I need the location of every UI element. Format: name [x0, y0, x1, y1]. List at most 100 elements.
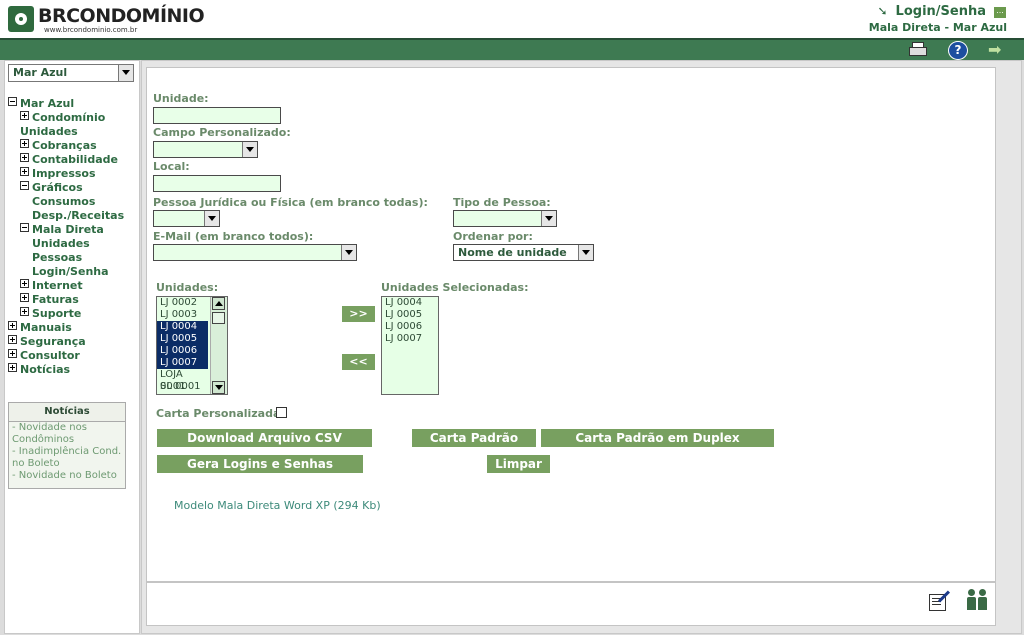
- news-box: Notícias - Novidade nos Condôminos - Ina…: [8, 402, 126, 489]
- expand-icon[interactable]: [20, 307, 29, 316]
- chevron-down-icon[interactable]: [204, 211, 219, 226]
- sidebar-item-label: Desp./Receitas: [32, 209, 125, 222]
- news-item[interactable]: Condôminos: [9, 434, 125, 446]
- list-item[interactable]: LJ 0007: [382, 333, 438, 345]
- expand-icon[interactable]: [20, 167, 29, 176]
- sidebar-item[interactable]: Gráficos: [20, 181, 83, 195]
- sidebar-item[interactable]: Notícias: [8, 363, 70, 377]
- news-item[interactable]: no Boleto: [9, 458, 125, 470]
- list-item[interactable]: SL 0001: [157, 381, 208, 393]
- scroll-thumb[interactable]: [212, 312, 225, 324]
- sidebar-item[interactable]: Cobranças: [20, 139, 97, 153]
- printer-icon[interactable]: [908, 41, 928, 58]
- expand-icon[interactable]: [8, 321, 17, 330]
- unidades-listbox[interactable]: LJ 0002 LJ 0003 LJ 0004 LJ 0005 LJ 0006 LJ 00…: [156, 296, 228, 395]
- list-item[interactable]: LJ 0004: [157, 321, 208, 333]
- help-icon[interactable]: ?: [948, 41, 968, 60]
- breadcrumb: Mala Direta - Mar Azul: [868, 21, 1007, 34]
- sidebar-item-label: Manuais: [20, 321, 72, 334]
- expand-icon[interactable]: [20, 111, 29, 120]
- scroll-up-icon[interactable]: [212, 297, 225, 310]
- scrollbar[interactable]: [210, 297, 227, 394]
- list-item[interactable]: LJ 0003: [157, 309, 208, 321]
- edit-icon[interactable]: [928, 590, 951, 611]
- unidade-input[interactable]: [153, 107, 281, 124]
- chevron-down-icon[interactable]: [118, 65, 133, 81]
- carta-duplex-button[interactable]: Carta Padrão em Duplex: [541, 429, 774, 447]
- sidebar-item-label: Suporte: [32, 307, 82, 320]
- exit-icon[interactable]: ➡: [988, 41, 1008, 58]
- sidebar-item[interactable]: Mar Azul: [8, 97, 74, 111]
- expand-icon[interactable]: [20, 279, 29, 288]
- collapse-icon[interactable]: [8, 97, 17, 106]
- carta-padrao-button[interactable]: Carta Padrão: [412, 429, 536, 447]
- sidebar-item[interactable]: Unidades: [32, 237, 90, 251]
- expand-icon[interactable]: [20, 293, 29, 302]
- sidebar-item[interactable]: Desp./Receitas: [32, 209, 124, 223]
- gera-logins-button[interactable]: Gera Logins e Senhas: [157, 455, 363, 473]
- chevron-down-icon[interactable]: [242, 142, 257, 157]
- expand-icon[interactable]: [8, 335, 17, 344]
- people-icon[interactable]: [965, 589, 989, 611]
- tipo-pessoa-select[interactable]: [453, 210, 557, 227]
- ordenar-label: Ordenar por:: [453, 230, 533, 243]
- list-item[interactable]: LJ 0006: [382, 321, 438, 333]
- sidebar-item[interactable]: Condomínio: [20, 111, 105, 125]
- list-item[interactable]: LOJA 0001: [157, 369, 208, 392]
- news-item[interactable]: - Novidade no Boleto: [9, 470, 125, 482]
- sidebar-item[interactable]: Pessoas: [32, 251, 82, 265]
- sidebar-item[interactable]: Manuais: [8, 321, 72, 335]
- chevron-down-icon[interactable]: [578, 245, 593, 260]
- chevron-down-icon[interactable]: [541, 211, 556, 226]
- condominium-select[interactable]: Mar Azul: [8, 64, 134, 82]
- scroll-down-icon[interactable]: [212, 381, 225, 394]
- list-item[interactable]: LJ 0004: [382, 297, 438, 309]
- expand-icon[interactable]: [8, 363, 17, 372]
- sidebar-item[interactable]: Login/Senha: [32, 265, 109, 279]
- download-csv-button[interactable]: Download Arquivo CSV: [157, 429, 372, 447]
- collapse-icon[interactable]: [20, 223, 29, 232]
- sidebar-item[interactable]: Mala Direta: [20, 223, 104, 237]
- news-title: Notícias: [9, 403, 125, 422]
- condominium-select-value: Mar Azul: [13, 66, 68, 79]
- unidade-label: Unidade:: [153, 92, 209, 105]
- sidebar-item[interactable]: Consumos: [32, 195, 95, 209]
- sidebar-item[interactable]: Contabilidade: [20, 153, 118, 167]
- collapse-icon[interactable]: [20, 181, 29, 190]
- news-item[interactable]: - Novidade nos: [9, 422, 125, 434]
- sidebar-item[interactable]: Segurança: [8, 335, 86, 349]
- expand-icon[interactable]: [8, 349, 17, 358]
- sidebar-item-label: Cobranças: [32, 139, 97, 152]
- local-label: Local:: [153, 160, 190, 173]
- list-item[interactable]: LJ 0006: [157, 345, 208, 357]
- sidebar-item[interactable]: Internet: [20, 279, 83, 293]
- login-link[interactable]: ➘ Login/Senha: [878, 4, 986, 19]
- news-item[interactable]: - Inadimplência Cond.: [9, 446, 125, 458]
- sidebar-item[interactable]: Consultor: [8, 349, 80, 363]
- expand-icon[interactable]: [20, 139, 29, 148]
- ordenar-select[interactable]: Nome de unidade: [453, 244, 594, 261]
- expand-icon[interactable]: [20, 153, 29, 162]
- sidebar-item-label: Internet: [32, 279, 83, 292]
- unidades-selecionadas-listbox[interactable]: LJ 0004 LJ 0005 LJ 0006 LJ 0007: [381, 296, 439, 395]
- sidebar-item[interactable]: Unidades: [20, 125, 78, 139]
- limpar-button[interactable]: Limpar: [487, 455, 550, 473]
- sidebar-item[interactable]: Faturas: [20, 293, 79, 307]
- chevron-down-icon[interactable]: [341, 245, 356, 260]
- pessoa-select[interactable]: [153, 210, 220, 227]
- carta-personalizada-label: Carta Personalizada:: [156, 407, 285, 420]
- email-select[interactable]: [153, 244, 357, 261]
- more-options-button[interactable]: ...: [994, 7, 1006, 18]
- list-item[interactable]: LJ 0005: [382, 309, 438, 321]
- list-item[interactable]: LJ 0007: [157, 357, 208, 369]
- sidebar-item[interactable]: Impressos: [20, 167, 96, 181]
- list-item[interactable]: LJ 0005: [157, 333, 208, 345]
- sidebar-item[interactable]: Suporte: [20, 307, 81, 321]
- carta-personalizada-checkbox[interactable]: [276, 407, 287, 418]
- list-item[interactable]: LJ 0002: [157, 297, 208, 309]
- modelo-word-link[interactable]: Modelo Mala Direta Word XP (294 Kb): [174, 499, 381, 512]
- campo-personalizado-select[interactable]: [153, 141, 258, 158]
- remove-unit-button[interactable]: <<: [342, 354, 375, 370]
- add-unit-button[interactable]: >>: [342, 306, 375, 322]
- local-input[interactable]: [153, 175, 281, 192]
